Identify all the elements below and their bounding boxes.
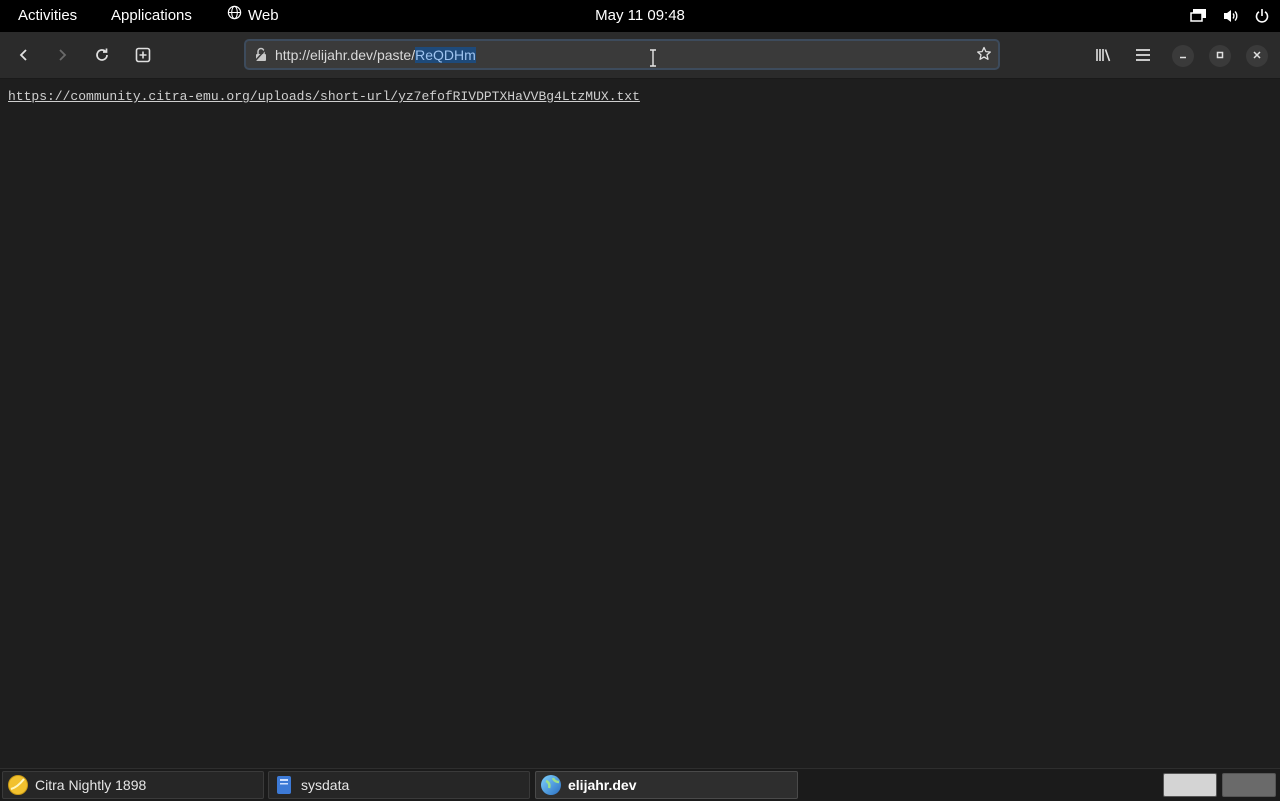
- bookmark-star-icon[interactable]: [976, 46, 992, 67]
- system-tray[interactable]: [1190, 0, 1270, 32]
- browser-header-bar: http://elijahr.dev/paste/ReQDHm: [0, 32, 1280, 79]
- reload-button[interactable]: [87, 40, 117, 70]
- chevron-left-icon: [17, 48, 31, 62]
- task-citra[interactable]: Citra Nightly 1898: [2, 771, 264, 799]
- top-bar: Activities Applications Web May 11 09:48: [0, 0, 1280, 32]
- task-label: elijahr.dev: [568, 777, 637, 793]
- minimize-button[interactable]: [1172, 45, 1194, 67]
- minimize-icon: [1178, 47, 1188, 65]
- task-sysdata[interactable]: sysdata: [268, 771, 530, 799]
- app-menu-label: Web: [248, 7, 279, 24]
- citra-icon: [7, 774, 29, 796]
- reload-icon: [94, 47, 110, 63]
- taskbar: Citra Nightly 1898 sysdata elijahr.dev: [0, 768, 1280, 801]
- url-selected-text: ReQDHm: [415, 46, 476, 63]
- new-tab-button[interactable]: [128, 40, 158, 70]
- power-icon[interactable]: [1254, 8, 1270, 24]
- app-menu-web[interactable]: Web: [227, 0, 279, 32]
- close-button[interactable]: [1246, 45, 1268, 67]
- library-button[interactable]: [1088, 40, 1118, 70]
- text-cursor-icon: [649, 49, 657, 67]
- forward-button[interactable]: [47, 40, 77, 70]
- applications-menu[interactable]: Applications: [111, 0, 192, 32]
- activities-button[interactable]: Activities: [18, 0, 77, 32]
- address-bar[interactable]: http://elijahr.dev/paste/ReQDHm: [244, 39, 1000, 70]
- close-icon: [1252, 47, 1262, 65]
- page-content: https://community.citra-emu.org/uploads/…: [0, 79, 1280, 768]
- hamburger-menu-icon: [1135, 48, 1151, 62]
- task-elijahr-dev[interactable]: elijahr.dev: [535, 771, 798, 799]
- url-text[interactable]: http://elijahr.dev/paste/ReQDHm: [275, 46, 476, 63]
- globe-icon: [227, 0, 242, 32]
- workspace-1[interactable]: [1163, 773, 1217, 797]
- url-prefix: http://elijahr.dev/paste/: [275, 46, 416, 63]
- main-menu-button[interactable]: [1128, 40, 1158, 70]
- clock-container: May 11 09:48: [0, 0, 1280, 32]
- web-browser-icon: [540, 774, 562, 796]
- insecure-lock-icon[interactable]: [253, 47, 269, 63]
- back-button[interactable]: [9, 40, 39, 70]
- clock[interactable]: May 11 09:48: [595, 7, 685, 24]
- chevron-right-icon: [55, 48, 69, 62]
- content-link[interactable]: https://community.citra-emu.org/uploads/…: [8, 89, 640, 104]
- workspace-2[interactable]: [1222, 773, 1276, 797]
- new-tab-icon: [135, 47, 151, 63]
- screen-share-icon[interactable]: [1190, 8, 1208, 24]
- maximize-button[interactable]: [1209, 45, 1231, 67]
- task-label: Citra Nightly 1898: [35, 777, 147, 793]
- volume-icon[interactable]: [1222, 8, 1240, 24]
- maximize-icon: [1215, 47, 1225, 65]
- file-manager-icon: [273, 774, 295, 796]
- task-label: sysdata: [301, 777, 350, 793]
- library-icon: [1095, 47, 1112, 63]
